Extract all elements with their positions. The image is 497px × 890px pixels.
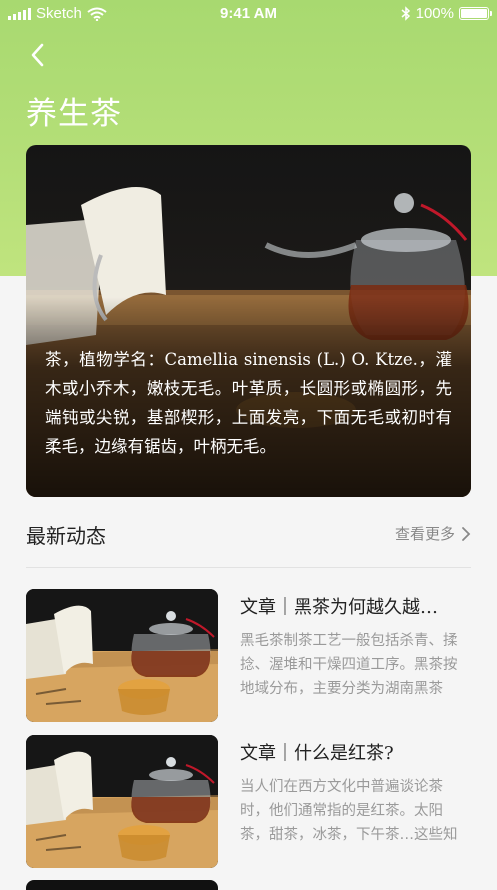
article-title: 文章｜什么是红茶? — [240, 743, 394, 764]
battery-icon — [459, 7, 492, 20]
battery-label: 100% — [415, 5, 454, 22]
bluetooth-icon — [401, 6, 410, 21]
article-thumbnail — [26, 589, 218, 722]
article-item[interactable]: 文章｜什么是红茶? 当人们在西方文化中普遍谈论茶时，他们通常指的是红茶。太阳茶，… — [26, 735, 471, 868]
view-more-label: 查看更多 — [394, 525, 455, 543]
page-title: 养生茶 — [26, 96, 122, 132]
latest-news-header: 最新动态 查看更多 — [26, 518, 471, 548]
view-more-link[interactable]: 查看更多 — [395, 523, 471, 544]
section-title: 最新动态 — [26, 524, 106, 548]
article-item[interactable]: 文章｜黑茶为何越久越… 黑毛茶制茶工艺一般包括杀青、揉捻、渥堆和干燥四道工序。黑… — [26, 589, 471, 722]
status-bar: Sketch 9:41 AM 100% — [0, 0, 497, 28]
article-description: 黑毛茶制茶工艺一般包括杀青、揉捻、渥堆和干燥四道工序。黑茶按地域分布，主要分类为… — [240, 633, 458, 697]
next-article-thumbnail-peek — [26, 880, 218, 890]
back-button[interactable] — [24, 40, 54, 70]
hero-description: 茶，植物学名：Camellia sinensis (L.) O. Ktze.，灌… — [45, 350, 452, 456]
chevron-right-icon — [462, 526, 471, 541]
back-arrow-icon — [31, 43, 44, 67]
article-thumbnail — [26, 735, 218, 868]
hero-card[interactable]: 茶，植物学名：Camellia sinensis (L.) O. Ktze.，灌… — [26, 145, 471, 497]
section-divider — [26, 567, 471, 568]
article-title: 文章｜黑茶为何越久越… — [240, 597, 438, 618]
article-description: 当人们在西方文化中普遍谈论茶时，他们通常指的是红茶。太阳茶，甜茶，冰茶，下午茶…… — [240, 779, 458, 843]
